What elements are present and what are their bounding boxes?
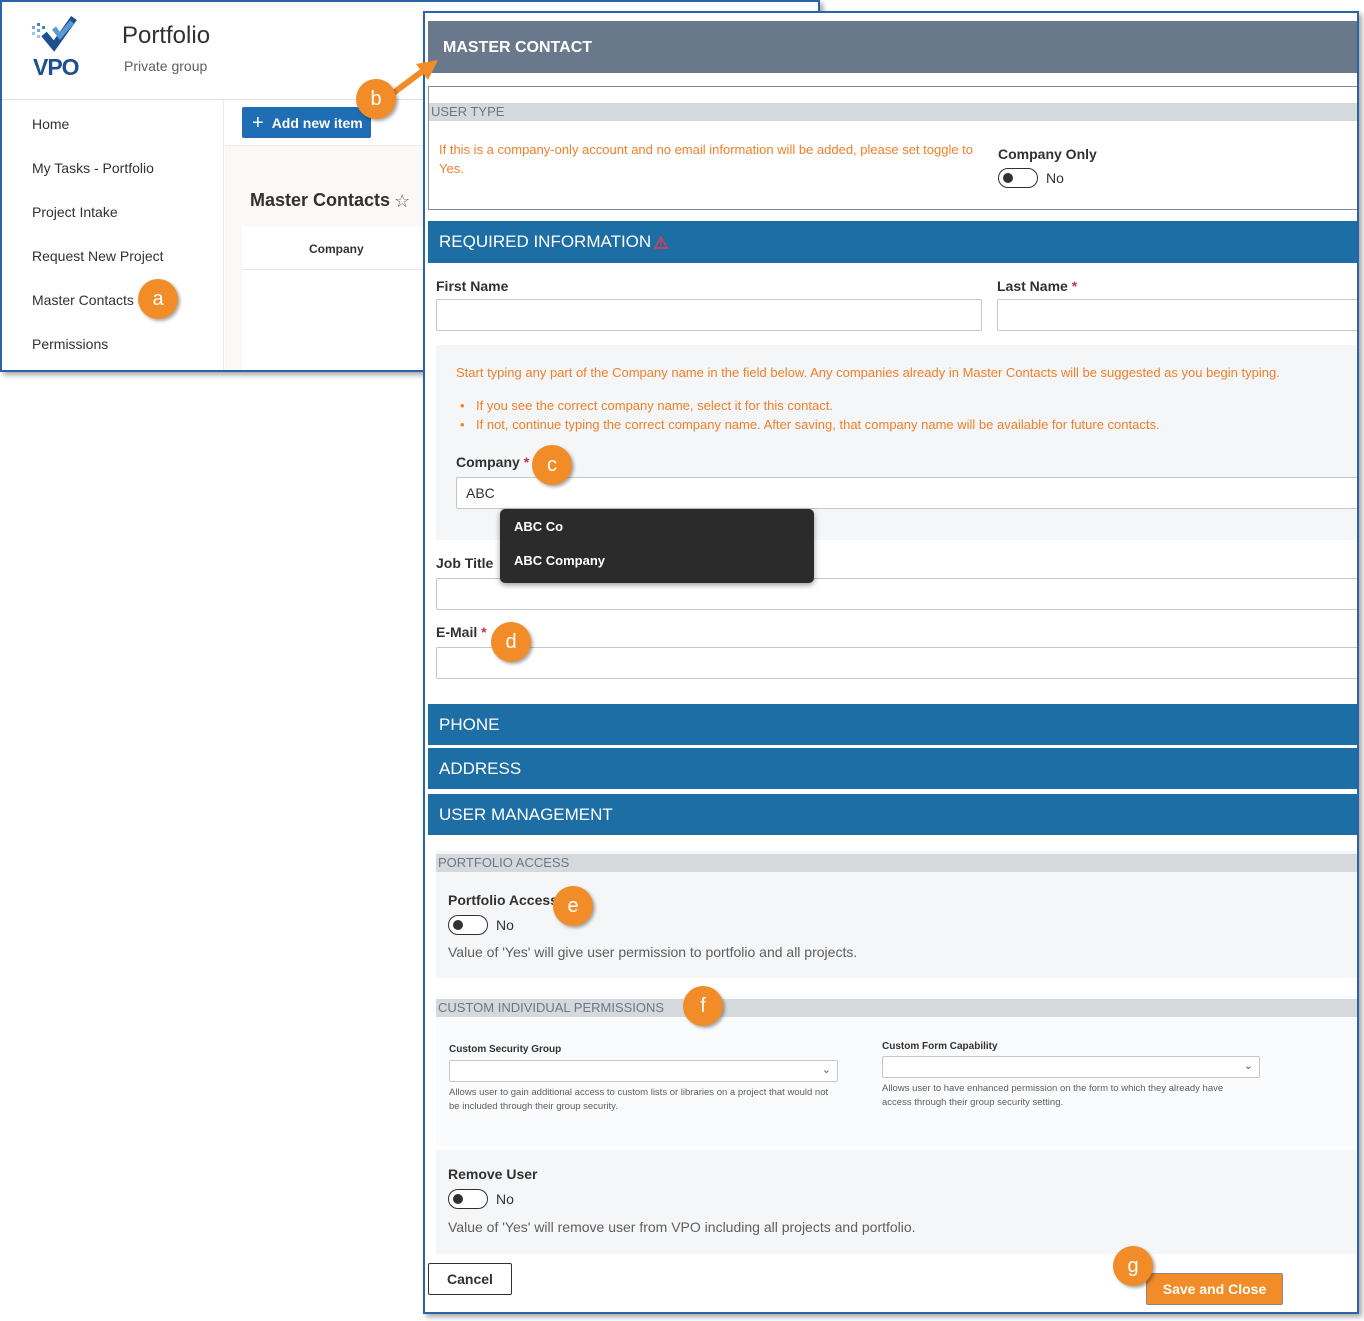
bullet-icon: • bbox=[460, 417, 465, 432]
column-header-company[interactable]: Company bbox=[309, 242, 364, 256]
site-subtitle: Private group bbox=[124, 58, 208, 74]
warning-icon bbox=[654, 235, 669, 249]
company-input[interactable]: ABC bbox=[456, 477, 1357, 509]
nav-item-master-contacts[interactable]: Master Contacts bbox=[32, 292, 134, 308]
suggestion-option[interactable]: ABC Co bbox=[514, 519, 563, 534]
nav-item-home[interactable]: Home bbox=[32, 116, 69, 132]
callout-badge-c: c bbox=[532, 445, 572, 485]
callout-badge-e: e bbox=[553, 886, 593, 926]
last-name-label-text: Last Name bbox=[997, 278, 1068, 294]
callout-badge-b: b bbox=[356, 79, 396, 119]
callout-badge-g: g bbox=[1113, 1246, 1153, 1286]
nav-item-project-intake[interactable]: Project Intake bbox=[32, 204, 118, 220]
company-bullet-1-text: If you see the correct company name, sel… bbox=[476, 398, 833, 413]
company-note: Start typing any part of the Company nam… bbox=[456, 365, 1280, 380]
custom-permissions-panel: CUSTOM INDIVIDUAL PERMISSIONS Custom Sec… bbox=[436, 996, 1357, 1146]
portfolio-access-value: No bbox=[496, 917, 514, 933]
company-bullet-1: • If you see the correct company name, s… bbox=[460, 396, 833, 415]
custom-form-capability-label: Custom Form Capability bbox=[882, 1041, 998, 1052]
last-name-label: Last Name * bbox=[997, 278, 1077, 294]
remove-user-label: Remove User bbox=[448, 1166, 538, 1182]
remove-user-help: Value of 'Yes' will remove user from VPO… bbox=[448, 1219, 916, 1235]
toggle-knob bbox=[453, 1194, 463, 1204]
company-suggestions-dropdown: ABC Co ABC Company bbox=[500, 509, 814, 583]
portfolio-access-toggle[interactable] bbox=[448, 915, 488, 935]
nav-item-permissions[interactable]: Permissions bbox=[32, 336, 108, 352]
callout-badge-d: d bbox=[491, 622, 531, 662]
first-name-label: First Name bbox=[436, 278, 509, 294]
company-only-value: No bbox=[1046, 170, 1064, 186]
chevron-down-icon: ⌄ bbox=[821, 1064, 831, 1076]
first-name-input[interactable] bbox=[436, 299, 982, 331]
company-bullet-2: • If not, continue typing the correct co… bbox=[460, 415, 1160, 434]
bullet-icon: • bbox=[460, 398, 465, 413]
custom-form-capability-select[interactable]: ⌄ bbox=[882, 1056, 1260, 1078]
required-marker: * bbox=[1071, 278, 1078, 294]
required-information-header[interactable]: REQUIRED INFORMATION bbox=[428, 221, 1357, 263]
portfolio-access-label: Portfolio Access bbox=[448, 892, 558, 908]
left-navigation: Home My Tasks - Portfolio Project Intake… bbox=[2, 100, 224, 370]
save-and-close-button[interactable]: Save and Close bbox=[1146, 1273, 1283, 1305]
company-only-toggle[interactable] bbox=[998, 168, 1038, 188]
vpo-logo-text: VPO bbox=[33, 54, 80, 80]
custom-security-group-help: Allows user to gain additional access to… bbox=[449, 1087, 829, 1112]
list-title: Master Contacts bbox=[250, 190, 391, 210]
master-contact-form: MASTER CONTACT USER TYPE If this is a co… bbox=[423, 11, 1359, 1314]
chevron-down-icon: ⌄ bbox=[1243, 1060, 1253, 1072]
portfolio-access-help: Value of 'Yes' will give user permission… bbox=[448, 944, 858, 960]
remove-user-toggle[interactable] bbox=[448, 1189, 488, 1209]
toggle-knob bbox=[453, 920, 463, 930]
custom-security-group-select[interactable]: ⌄ bbox=[449, 1060, 838, 1082]
user-management-section-header[interactable]: USER MANAGEMENT bbox=[428, 794, 1357, 835]
email-input[interactable] bbox=[436, 647, 1357, 679]
user-type-heading: USER TYPE bbox=[429, 103, 1357, 121]
last-name-input[interactable] bbox=[997, 299, 1357, 331]
cancel-button[interactable]: Cancel bbox=[428, 1263, 512, 1295]
portfolio-access-heading: PORTFOLIO ACCESS bbox=[436, 854, 1357, 872]
add-new-item-button[interactable]: + Add new item bbox=[242, 107, 371, 138]
email-label: E-Mail * bbox=[436, 624, 487, 640]
remove-user-value: No bbox=[496, 1191, 514, 1207]
callout-badge-f: f bbox=[683, 986, 723, 1026]
callout-badge-a: a bbox=[138, 279, 178, 319]
required-marker: * bbox=[481, 624, 487, 640]
favorite-star-icon[interactable]: ☆ bbox=[394, 191, 410, 212]
phone-section-header[interactable]: PHONE bbox=[428, 704, 1357, 745]
suggestion-option[interactable]: ABC Company bbox=[514, 553, 605, 568]
custom-permissions-heading: CUSTOM INDIVIDUAL PERMISSIONS bbox=[436, 999, 1357, 1017]
job-title-label: Job Title bbox=[436, 555, 494, 571]
email-label-text: E-Mail bbox=[436, 624, 478, 640]
company-label: Company * bbox=[456, 454, 529, 470]
custom-security-group-label: Custom Security Group bbox=[449, 1044, 562, 1055]
form-header: MASTER CONTACT bbox=[428, 21, 1357, 73]
nav-item-my-tasks[interactable]: My Tasks - Portfolio bbox=[32, 160, 154, 176]
custom-form-capability-help: Allows user to have enhanced permission … bbox=[882, 1083, 1224, 1108]
required-information-title: REQUIRED INFORMATION bbox=[439, 232, 652, 251]
required-marker: * bbox=[523, 454, 530, 470]
company-label-text: Company bbox=[456, 454, 520, 470]
user-type-section: USER TYPE If this is a company-only acco… bbox=[428, 86, 1357, 210]
plus-icon: + bbox=[252, 111, 264, 134]
site-title[interactable]: Portfolio bbox=[122, 22, 210, 50]
company-only-label: Company Only bbox=[998, 146, 1097, 162]
add-new-item-label: Add new item bbox=[271, 114, 363, 131]
company-bullet-2-text: If not, continue typing the correct comp… bbox=[476, 417, 1160, 432]
address-section-header[interactable]: ADDRESS bbox=[428, 748, 1357, 789]
nav-item-request-new-project[interactable]: Request New Project bbox=[32, 248, 164, 264]
toggle-knob bbox=[1003, 173, 1013, 183]
remove-user-panel: Remove User No Value of 'Yes' will remov… bbox=[436, 1150, 1357, 1254]
company-only-note: If this is a company-only account and no… bbox=[439, 142, 974, 176]
